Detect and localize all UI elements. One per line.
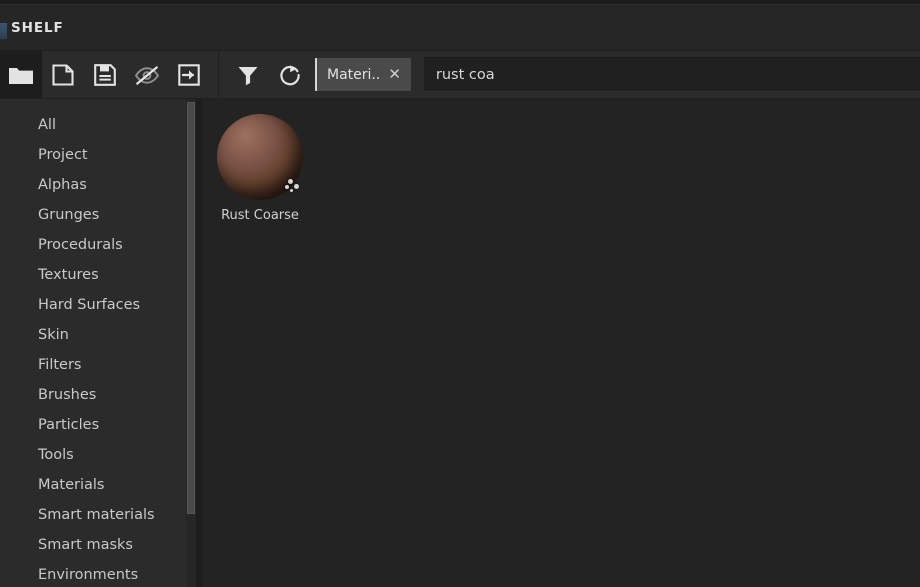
asset-thumbnail[interactable]	[212, 109, 308, 205]
open-folder-icon[interactable]	[0, 51, 42, 98]
active-filter-tag[interactable]: Materi.. ✕	[315, 58, 411, 91]
sidebar-scrollbar-thumb[interactable]	[187, 102, 195, 514]
close-icon[interactable]: ✕	[387, 67, 402, 82]
sidebar-item-hard-surfaces[interactable]: Hard Surfaces	[0, 290, 196, 320]
hide-eye-icon[interactable]	[126, 51, 168, 98]
sidebar-item-grunges[interactable]: Grunges	[0, 200, 196, 230]
shelf-titlebar: SHELF	[0, 5, 920, 51]
sidebar-item-smart-materials[interactable]: Smart materials	[0, 500, 196, 530]
search-input[interactable]	[423, 57, 920, 92]
sidebar-item-textures[interactable]: Textures	[0, 260, 196, 290]
sidebar-scrollbar-track[interactable]	[186, 99, 196, 587]
sidebar-item-brushes[interactable]: Brushes	[0, 380, 196, 410]
import-icon[interactable]	[168, 51, 210, 98]
sidebar-item-all[interactable]: All	[0, 110, 196, 140]
toolbar-divider	[218, 51, 219, 98]
refresh-icon[interactable]	[269, 51, 311, 98]
sidebar-item-filters[interactable]: Filters	[0, 350, 196, 380]
sidebar-item-environments[interactable]: Environments	[0, 560, 196, 587]
funnel-icon[interactable]	[227, 51, 269, 98]
shelf-file-actions	[0, 51, 210, 98]
category-list: All Project Alphas Grunges Procedurals Textur…	[0, 110, 196, 587]
shelf-toolbar: Materi.. ✕	[0, 51, 920, 99]
material-dots-badge-icon	[284, 179, 302, 195]
category-sidebar: All Project Alphas Grunges Procedurals Textur…	[0, 99, 196, 587]
sidebar-item-materials[interactable]: Materials	[0, 470, 196, 500]
save-icon[interactable]	[84, 51, 126, 98]
sidebar-item-tools[interactable]: Tools	[0, 440, 196, 470]
sidebar-item-project[interactable]: Project	[0, 140, 196, 170]
sidebar-item-alphas[interactable]: Alphas	[0, 170, 196, 200]
shelf-panel: SHELF Materi.. ✕ rust coa All Project Al…	[0, 0, 920, 587]
asset-item[interactable]: Rust Coarse	[212, 107, 308, 223]
filter-tag-label: Materi..	[327, 66, 381, 83]
sidebar-item-skin[interactable]: Skin	[0, 320, 196, 350]
asset-content-area: Rust Coarse	[202, 99, 920, 587]
sidebar-item-smart-masks[interactable]: Smart masks	[0, 530, 196, 560]
asset-grid: Rust Coarse	[212, 107, 920, 223]
new-asset-icon[interactable]	[42, 51, 84, 98]
shelf-filter-actions: Materi.. ✕	[227, 51, 411, 98]
sidebar-item-procedurals[interactable]: Procedurals	[0, 230, 196, 260]
asset-label: Rust Coarse	[221, 208, 299, 223]
sidebar-item-particles[interactable]: Particles	[0, 410, 196, 440]
shelf-body: All Project Alphas Grunges Procedurals Textur…	[0, 99, 920, 587]
active-tab-accent	[0, 23, 7, 39]
page-title: SHELF	[11, 19, 64, 36]
search-container	[423, 51, 920, 98]
